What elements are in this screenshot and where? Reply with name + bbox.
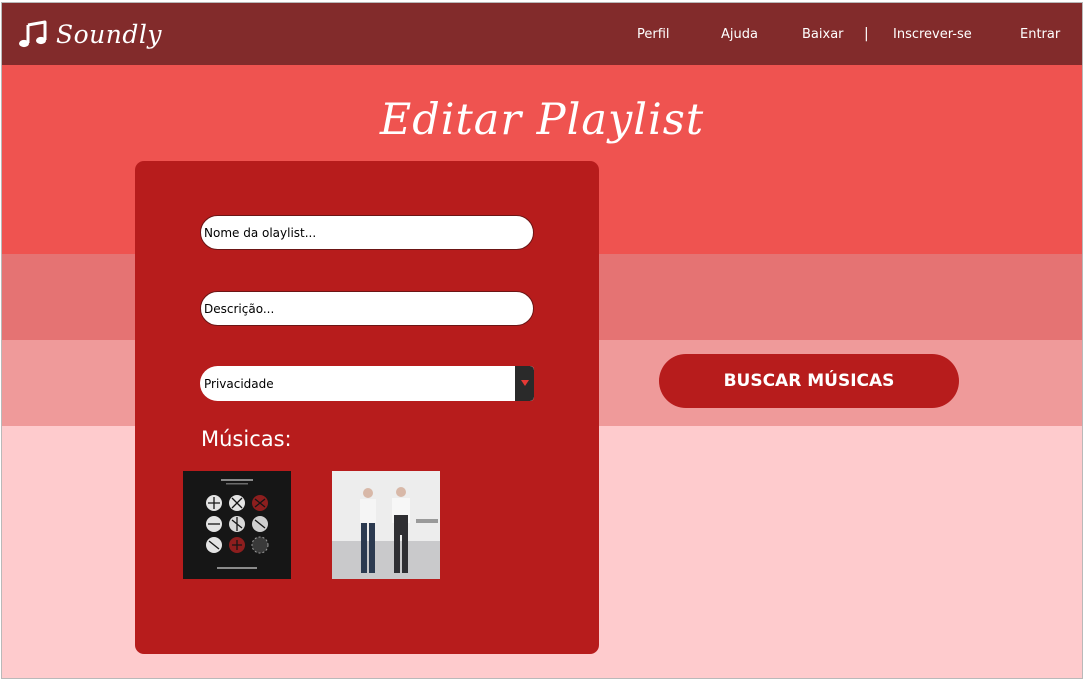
- songs-heading: Músicas:: [201, 427, 292, 451]
- privacy-selected-value: Privacidade: [204, 377, 274, 391]
- playlist-description-input[interactable]: [200, 291, 534, 326]
- nav-separator: |: [864, 26, 869, 42]
- brand-logo[interactable]: Soundly: [18, 17, 162, 51]
- nav-item-ajuda[interactable]: Ajuda: [721, 27, 758, 42]
- app-frame: Soundly Perfil Ajuda Baixar | Inscrever-…: [2, 3, 1082, 678]
- playlist-name-input[interactable]: [200, 215, 534, 250]
- navbar: Soundly Perfil Ajuda Baixar | Inscrever-…: [2, 3, 1082, 65]
- nav-item-perfil[interactable]: Perfil: [637, 27, 670, 42]
- page-title: Editar Playlist: [379, 95, 705, 145]
- edit-playlist-card: Privacidade Músicas:: [135, 161, 599, 654]
- search-songs-button[interactable]: BUSCAR MÚSICAS: [659, 354, 959, 408]
- select-arrow-button[interactable]: [515, 366, 534, 401]
- music-note-icon: [18, 19, 48, 49]
- nav-item-baixar[interactable]: Baixar: [802, 27, 844, 42]
- chevron-down-icon: [521, 380, 529, 386]
- album-cover-dark-circles[interactable]: [183, 471, 291, 579]
- album-cover-two-men[interactable]: [332, 471, 440, 579]
- brand-name: Soundly: [56, 19, 163, 49]
- privacy-select[interactable]: Privacidade: [200, 366, 534, 401]
- nav-item-inscrever-se[interactable]: Inscrever-se: [893, 27, 972, 42]
- nav-item-entrar[interactable]: Entrar: [1020, 27, 1060, 42]
